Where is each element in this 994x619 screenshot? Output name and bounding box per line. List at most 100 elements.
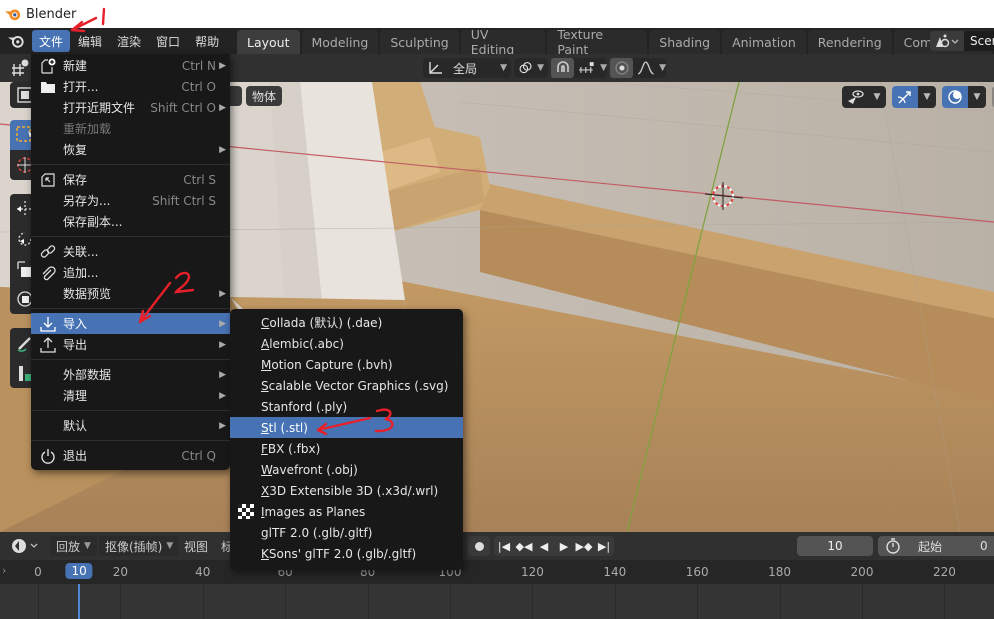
import-gltf[interactable]: glTF 2.0 (.glb/.gltf) [230,522,463,543]
prev-keyframe-button[interactable]: ◆◀ [514,536,534,556]
timeline-gridline [862,584,863,619]
menu-edit[interactable]: 编辑 [71,30,109,52]
shortcut: Shift Ctrl O [150,100,216,115]
tab-modeling[interactable]: Modeling [301,30,379,54]
menu-item-save[interactable]: 保存 Ctrl S [31,169,230,190]
timeline-body[interactable] [0,584,994,619]
falloff-curve-icon[interactable] [637,60,655,76]
menu-item-label: 导出 [63,338,88,352]
menu-item-open[interactable]: 打开... Ctrl O [31,76,230,97]
scene-icon[interactable] [930,31,964,51]
transform-orientation-dropdown[interactable]: 全局 ▼ [423,58,511,78]
chevron-down-icon[interactable]: ▼ [600,63,607,73]
menu-file[interactable]: 文件 [32,30,71,52]
menu-render[interactable]: 渲染 [110,30,148,52]
menu-window[interactable]: 窗口 [149,30,187,52]
object-menu[interactable]: 物体 [246,86,283,106]
play-reverse-button[interactable]: ◀ [534,536,554,556]
snap-toggle[interactable] [551,58,575,78]
menu-item-open-recent[interactable]: 打开近期文件 Shift Ctrl O ▶ [31,97,230,118]
menu-item-export[interactable]: 导出 ▶ [31,334,230,355]
snap-increment-icon[interactable] [578,60,596,76]
tab-uv-editing[interactable]: UV Editing [460,27,546,57]
import-stanford[interactable]: Stanford (.ply) [230,396,463,417]
menu-item-external-data[interactable]: 外部数据 ▶ [31,364,230,385]
next-keyframe-button[interactable]: ▶◆ [574,536,594,556]
blender-menu-icon[interactable] [0,28,32,54]
menu-item-quit[interactable]: 退出 Ctrl Q [31,445,230,466]
import-wavefront[interactable]: Wavefront (.obj) [230,459,463,480]
scene-name[interactable]: Scer [964,31,994,51]
timeline-gridline [120,584,122,619]
tab-animation[interactable]: Animation [722,30,806,54]
overlays-dropdown[interactable]: ▼ [942,86,986,108]
menu-item-import[interactable]: 导入 ▶ [31,313,230,334]
menu-item-revert: 重新加载 [31,118,230,139]
play-button[interactable]: ▶ [554,536,574,556]
menu-item-new[interactable]: 新建 Ctrl N ▶ [31,55,230,76]
record-button[interactable] [468,536,490,556]
menu-item-label: glTF 2.0 (.glb/.gltf) [261,525,373,540]
window-title: Blender [26,6,77,22]
import-motion-capture[interactable]: Motion Capture (.bvh) [230,354,463,375]
menu-item-label: Images as Planes [261,504,366,519]
save-icon [39,171,57,188]
menu-item-label: Stanford (.ply) [261,399,348,414]
jump-end-button[interactable]: ▶| [594,536,614,556]
menu-separator [31,164,230,165]
menu-item-recover[interactable]: 恢复 ▶ [31,139,230,160]
menu-item-data-previews[interactable]: 数据预览 ▶ [31,283,230,304]
tab-texture-paint[interactable]: Texture Paint [547,27,648,57]
import-svg[interactable]: Scalable Vector Graphics (.svg) [230,375,463,396]
timeline-gridline [202,584,204,619]
playback-dropdown[interactable]: 回放 ▼ [50,536,97,556]
tab-rendering[interactable]: Rendering [807,30,892,54]
menu-item-append[interactable]: 追加... [31,262,230,283]
scene-selector[interactable]: Scer [930,31,994,51]
chevron-down-icon[interactable]: ▼ [659,63,666,73]
jump-start-button[interactable]: |◀ [494,536,514,556]
tab-layout[interactable]: Layout [237,30,300,54]
menu-item-label: Motion Capture (.bvh) [261,357,393,372]
timeline-ruler[interactable]: › 0 10 20 40 60 80 100 120 140 160 180 200 220 [0,560,994,584]
import-stl[interactable]: Stl (.stl) [230,417,463,438]
tab-sculpting[interactable]: Sculpting [380,30,459,54]
proportional-edit-toggle[interactable] [610,58,634,78]
ruler-tick-200: 200 [850,565,874,579]
menu-item-save-as[interactable]: 另存为... Shift Ctrl S [31,190,230,211]
menu-help[interactable]: 帮助 [188,30,226,52]
record-icon [474,541,484,551]
menu-item-link[interactable]: 关联... [31,241,230,262]
import-collada[interactable]: Collada (默认) (.dae) [230,312,463,333]
menu-item-defaults[interactable]: 默认 ▶ [31,415,230,436]
pivot-point-dropdown[interactable]: ▼ [514,58,548,78]
playhead[interactable] [78,584,81,619]
snap-group: ▼ [551,58,607,78]
view-menu[interactable]: 视图 [184,536,208,556]
import-ksons-gltf[interactable]: KSons' glTF 2.0 (.glb/.gltf) [230,543,463,564]
power-icon [39,447,57,464]
export-icon [39,336,57,353]
menu-item-save-copy[interactable]: 保存副本... [31,211,230,232]
visibility-dropdown[interactable]: ▼ [842,86,886,108]
chevron-down-icon: ▼ [84,541,91,551]
import-fbx[interactable]: FBX (.fbx) [230,438,463,459]
workspace-tabs: Layout Modeling Sculpting UV Editing Tex… [237,27,994,57]
timeline-editor-type[interactable] [10,536,40,556]
keying-dropdown[interactable]: 抠像(插帧) ▼ [99,536,180,556]
tab-shading[interactable]: Shading [649,30,721,54]
import-images-as-planes[interactable]: Images as Planes [230,501,463,522]
expand-sidebar-icon[interactable]: › [2,564,6,577]
menu-item-label: 数据预览 [63,287,112,301]
submenu-arrow-icon: ▶ [219,102,226,113]
menu-item-label: Alembic(.abc) [261,336,344,351]
start-value: 0 [980,539,988,553]
import-x3d[interactable]: X3D Extensible 3D (.x3d/.wrl) [230,480,463,501]
start-frame-field[interactable]: 起始 0 [878,536,994,556]
ruler-tick-0: 0 [34,565,42,579]
import-alembic[interactable]: Alembic(.abc) [230,333,463,354]
gizmo-dropdown[interactable]: ▼ [892,86,936,108]
menu-item-clean-up[interactable]: 清理 ▶ [31,385,230,406]
current-frame-field[interactable]: 10 [797,536,873,556]
timeline-gridline [697,584,699,619]
